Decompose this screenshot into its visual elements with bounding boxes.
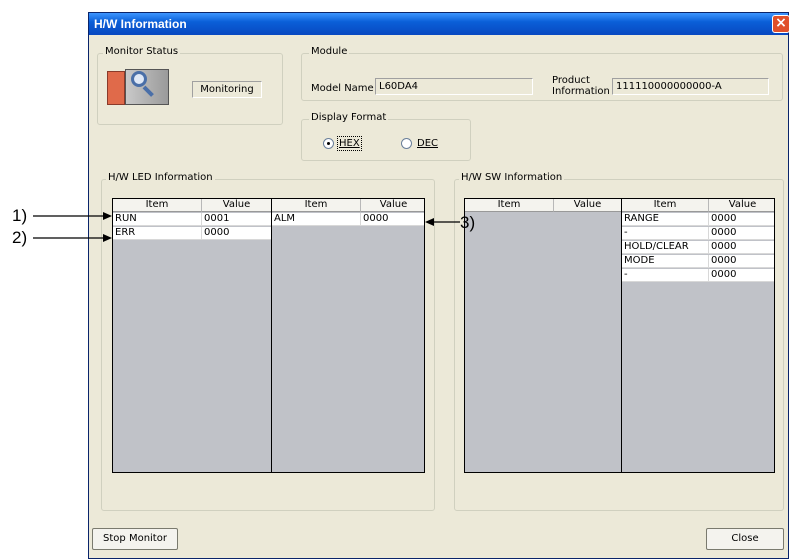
callout-arrows [33,212,460,242]
arrow-2-head [103,234,112,242]
arrow-3-head [425,218,434,226]
arrow-1-head [103,212,112,220]
